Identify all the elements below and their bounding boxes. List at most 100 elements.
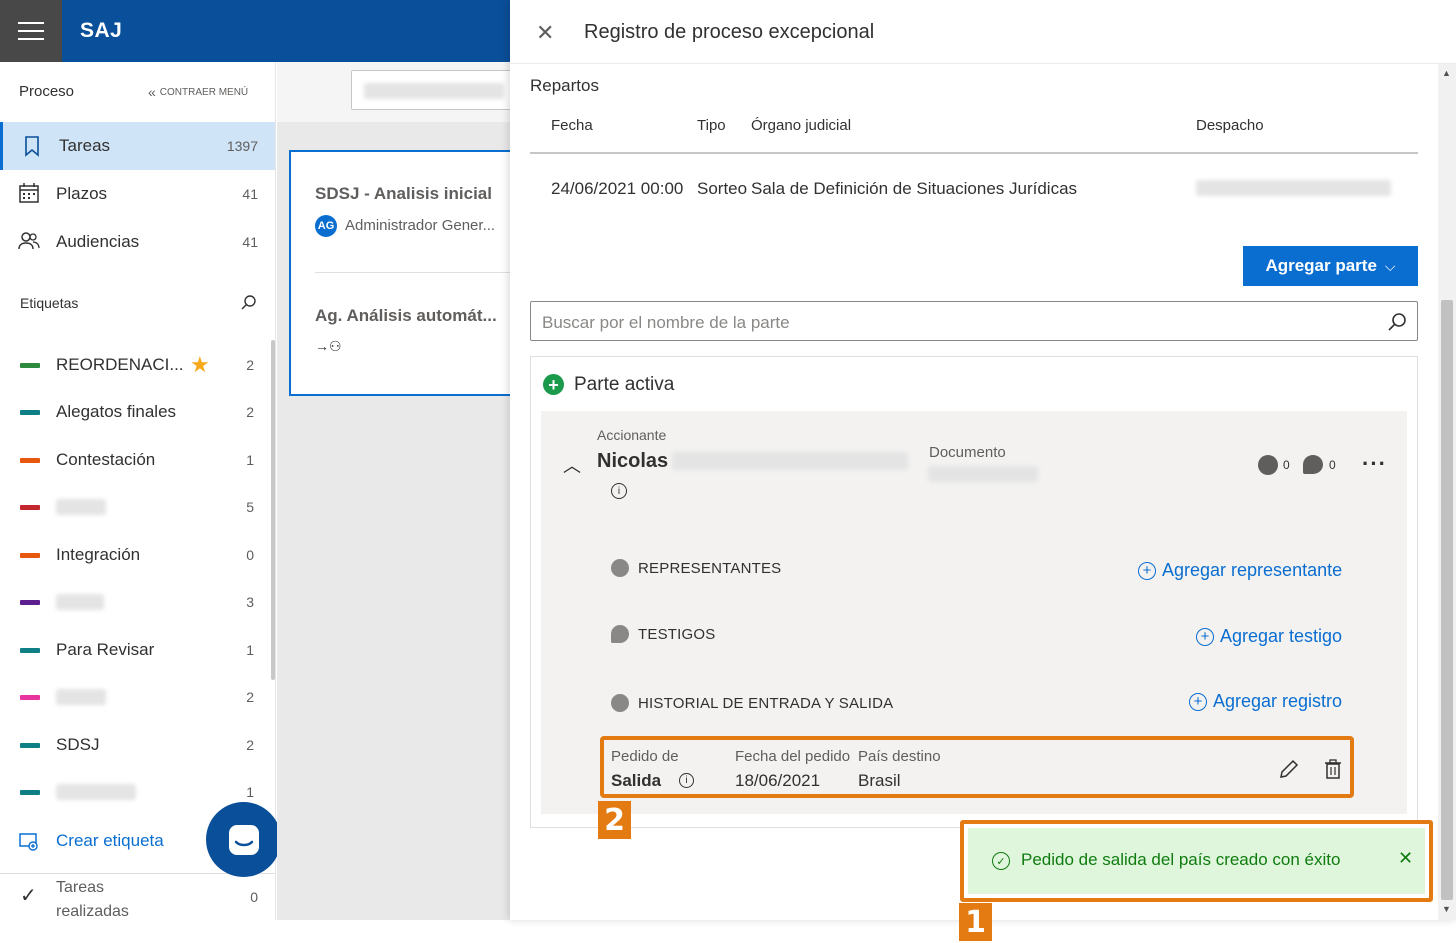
assign-user-icon: →⚇ — [315, 338, 342, 354]
history-list-icon — [611, 694, 629, 712]
task-title: Ag. Análisis automát... — [315, 306, 497, 325]
redacted-document — [928, 466, 1038, 482]
plus-circle-icon: + — [1196, 627, 1214, 646]
record-value-pais: Brasil — [858, 771, 901, 790]
section-representantes: REPRESENTANTES — [638, 560, 782, 577]
info-icon[interactable]: i — [679, 773, 694, 788]
tag-item[interactable]: Para Revisar 1 — [0, 627, 275, 673]
party-search-input[interactable]: Buscar por el nombre de la parte — [530, 301, 1418, 341]
tag-item[interactable]: 2 — [0, 674, 275, 720]
chat-button[interactable] — [206, 802, 281, 877]
tag-color — [20, 410, 40, 415]
close-icon[interactable]: ✕ — [1398, 848, 1413, 869]
tag-color — [20, 363, 40, 368]
record-value-fecha: 18/06/2021 — [735, 771, 821, 790]
representative-count: 0 — [1283, 458, 1290, 472]
checkmark-icon: ✓ — [20, 885, 37, 907]
section-historial: HISTORIAL DE ENTRADA Y SALIDA — [638, 695, 894, 712]
divider — [315, 272, 525, 273]
party-role: Accionante — [597, 427, 667, 443]
tag-item[interactable]: 5 — [0, 484, 275, 530]
representative-count-icon — [1258, 455, 1278, 475]
add-tag-icon — [19, 833, 38, 851]
sidebar-item-done-tasks[interactable]: ✓ Tareas realizadas 0 — [0, 875, 275, 920]
trash-icon[interactable] — [1323, 758, 1343, 780]
sidebar-section-title: Proceso — [19, 83, 75, 100]
panel-scroll-thumb[interactable] — [1441, 300, 1453, 900]
column-header-tipo: Tipo — [697, 117, 726, 134]
tag-item[interactable]: Alegatos finales 2 — [0, 389, 275, 435]
tag-item[interactable]: REORDENACI... ★ 2 — [0, 342, 275, 388]
cell-fecha: 24/06/2021 00:00 — [551, 179, 684, 198]
people-icon — [18, 232, 40, 250]
sidebar-scrollbar[interactable] — [271, 340, 275, 680]
tag-color — [20, 600, 40, 605]
column-header-fecha: Fecha — [551, 117, 593, 134]
app-header — [0, 0, 510, 62]
exit-record-row: Pedido de Salida i Fecha del pedido 18/0… — [600, 736, 1354, 798]
bookmark-icon — [25, 136, 39, 157]
add-witness-button[interactable]: + Agregar testigo — [1196, 626, 1342, 647]
success-toast: ✓ Pedido de salida del país creado con é… — [960, 820, 1433, 902]
search-icon[interactable] — [1387, 311, 1409, 333]
repartos-heading: Repartos — [530, 76, 599, 95]
sidebar-item-plazos[interactable]: Plazos 41 — [0, 170, 275, 218]
chevron-up-icon[interactable]: ︿ — [563, 452, 581, 478]
tag-item[interactable]: SDSJ 2 — [0, 722, 275, 768]
more-options-icon[interactable]: ··· — [1362, 451, 1387, 477]
plus-circle-icon: + — [1189, 692, 1207, 711]
plus-circle-icon: + — [543, 374, 564, 395]
task-search-input[interactable] — [351, 70, 521, 110]
document-label: Documento — [929, 444, 1006, 461]
chat-icon — [228, 824, 259, 855]
chevron-down-icon: ⌵ — [1384, 257, 1396, 274]
tag-color — [20, 790, 40, 795]
comment-count: 0 — [1329, 458, 1336, 472]
sidebar-item-tareas[interactable]: Tareas 1397 — [0, 122, 275, 170]
edit-pencil-icon[interactable] — [1278, 758, 1300, 780]
tag-color — [20, 458, 40, 463]
tag-color — [20, 648, 40, 653]
tag-color — [20, 553, 40, 558]
sidebar: Proceso « CONTRAER MENÚ Tareas 1397 Plaz… — [0, 62, 276, 920]
scroll-down-icon[interactable]: ▼ — [1442, 904, 1451, 914]
add-record-button[interactable]: + Agregar registro — [1189, 691, 1342, 712]
active-party-heading: Parte activa — [574, 374, 675, 395]
record-value-pedido: Salida — [611, 771, 662, 790]
panel-title: Registro de proceso excepcional — [584, 21, 875, 43]
tag-color — [20, 743, 40, 748]
scroll-up-icon[interactable]: ▲ — [1442, 68, 1451, 78]
redacted-label — [56, 784, 136, 800]
double-chevron-left-icon: « — [148, 84, 156, 100]
tag-item[interactable]: 3 — [0, 579, 275, 625]
add-representative-button[interactable]: + Agregar representante — [1138, 560, 1342, 581]
person-icon — [611, 559, 629, 577]
tag-item[interactable]: Contestación 1 — [0, 437, 275, 483]
tags-title: Etiquetas — [20, 295, 79, 311]
add-party-button[interactable]: Agregar parte ⌵ — [1243, 246, 1418, 286]
comment-icon — [611, 625, 629, 643]
check-circle-icon: ✓ — [992, 852, 1010, 870]
record-label-pedido: Pedido de — [611, 748, 679, 765]
task-card[interactable]: SDSJ - Analisis inicial AG Administrador… — [289, 150, 529, 396]
cell-organo: Sala de Definición de Situaciones Jurídi… — [751, 179, 1078, 198]
cell-tipo: Sorteo — [697, 179, 748, 198]
task-title: SDSJ - Analisis inicial — [315, 184, 492, 203]
hamburger-menu-icon[interactable] — [0, 0, 62, 62]
tag-item[interactable]: Integración 0 — [0, 532, 275, 578]
callout-badge-1: 1 — [959, 903, 992, 941]
collapse-menu-button[interactable]: « CONTRAER MENÚ — [148, 84, 248, 100]
section-testigos: TESTIGOS — [638, 626, 716, 643]
search-icon[interactable] — [240, 294, 258, 312]
table-header-divider — [530, 152, 1418, 154]
done-label: Tareas realizadas — [56, 879, 129, 920]
sidebar-item-audiencias[interactable]: Audiencias 41 — [0, 218, 275, 266]
column-header-organo: Órgano judicial — [751, 117, 852, 134]
tag-color — [20, 695, 40, 700]
redacted-label — [56, 689, 106, 705]
party-name: Nicolas — [597, 450, 669, 472]
close-icon[interactable]: ✕ — [536, 20, 554, 46]
task-user: Administrador Gener... — [345, 217, 496, 234]
plus-circle-icon: + — [1138, 561, 1156, 580]
info-icon[interactable]: i — [611, 483, 627, 499]
